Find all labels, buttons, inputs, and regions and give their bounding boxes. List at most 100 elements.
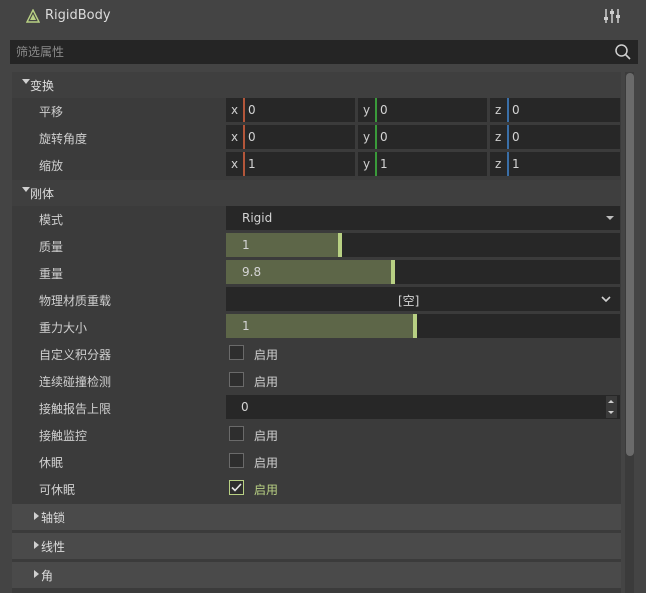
position-y-value: 0 bbox=[380, 103, 388, 117]
continuous-cd-enable-label: 启用 bbox=[254, 375, 279, 389]
mode-dropdown[interactable]: Rigid bbox=[226, 206, 620, 230]
filter-properties-input[interactable] bbox=[10, 40, 606, 64]
scale-label: 缩放 bbox=[39, 159, 64, 173]
custom-integrator-label: 自定义积分器 bbox=[39, 348, 112, 362]
custom-integrator-enable-label: 启用 bbox=[254, 348, 279, 362]
rotation-y-field[interactable]: y 0 bbox=[358, 125, 487, 149]
gravity-scale-label: 重力大小 bbox=[39, 321, 88, 335]
expand-arrow-icon bbox=[22, 187, 30, 192]
increment-arrow-icon[interactable] bbox=[606, 396, 617, 407]
scrollbar-thumb[interactable] bbox=[626, 73, 634, 456]
section-label: 角 bbox=[41, 569, 54, 583]
sleeping-enable-label: 启用 bbox=[254, 456, 279, 470]
axis-x-label: x bbox=[231, 103, 239, 117]
axis-x-bar bbox=[243, 152, 245, 176]
chevron-down-icon bbox=[601, 296, 611, 303]
physics-material-value: [空] bbox=[398, 294, 420, 308]
sleeping-checkbox[interactable] bbox=[229, 453, 244, 468]
position-x-field[interactable]: x 0 bbox=[226, 98, 355, 122]
rotation-y-value: 0 bbox=[380, 130, 388, 144]
collapse-arrow-icon bbox=[34, 512, 39, 520]
weight-value: 9.8 bbox=[242, 265, 262, 279]
section-angular[interactable]: 角 bbox=[12, 562, 621, 588]
scale-z-value: 1 bbox=[512, 157, 520, 171]
collapse-arrow-icon bbox=[34, 570, 39, 578]
rigidbody-icon bbox=[26, 9, 40, 23]
filter-bar bbox=[10, 40, 638, 64]
slider-handle[interactable] bbox=[338, 233, 342, 257]
axis-y-label: y bbox=[363, 103, 371, 117]
can-sleep-checkbox[interactable] bbox=[229, 480, 244, 495]
axis-y-label: y bbox=[363, 157, 371, 171]
section-axis-lock[interactable]: 轴锁 bbox=[12, 504, 621, 530]
mass-value: 1 bbox=[242, 238, 250, 252]
can-sleep-label: 可休眠 bbox=[39, 483, 76, 497]
section-linear[interactable]: 线性 bbox=[12, 533, 621, 559]
slider-fill bbox=[226, 314, 415, 338]
axis-z-bar bbox=[507, 152, 509, 176]
rotation-x-field[interactable]: x 0 bbox=[226, 125, 355, 149]
axis-x-label: x bbox=[231, 157, 239, 171]
section-label: 刚体 bbox=[30, 187, 55, 201]
physics-material-label: 物理材质重载 bbox=[39, 294, 112, 308]
axis-z-bar bbox=[507, 125, 509, 149]
title-bar: RigidBody bbox=[0, 0, 646, 34]
position-y-field[interactable]: y 0 bbox=[358, 98, 487, 122]
spin-buttons bbox=[606, 396, 617, 418]
mass-label: 质量 bbox=[39, 240, 64, 254]
dropdown-caret-icon bbox=[606, 216, 614, 220]
contact-monitor-checkbox[interactable] bbox=[229, 426, 244, 441]
scale-z-field[interactable]: z 1 bbox=[490, 152, 620, 176]
axis-z-label: z bbox=[495, 157, 502, 171]
axis-z-bar bbox=[507, 98, 509, 122]
axis-x-label: x bbox=[231, 130, 239, 144]
custom-integrator-checkbox[interactable] bbox=[229, 345, 244, 360]
scale-x-field[interactable]: x 1 bbox=[226, 152, 355, 176]
continuous-cd-label: 连续碰撞检测 bbox=[39, 375, 112, 389]
scale-x-value: 1 bbox=[248, 157, 256, 171]
position-z-field[interactable]: z 0 bbox=[490, 98, 620, 122]
axis-y-bar bbox=[375, 152, 377, 176]
axis-y-label: y bbox=[363, 130, 371, 144]
section-rigidbody[interactable]: 刚体 bbox=[12, 180, 621, 206]
gravity-scale-slider[interactable]: 1 bbox=[226, 314, 620, 338]
position-label: 平移 bbox=[39, 105, 64, 119]
max-contacts-spinbox bbox=[226, 395, 620, 419]
slider-handle[interactable] bbox=[391, 260, 395, 284]
contact-monitor-label: 接触监控 bbox=[39, 429, 88, 443]
section-label: 轴锁 bbox=[41, 511, 66, 525]
mode-value: Rigid bbox=[242, 211, 273, 225]
settings-sliders-icon[interactable] bbox=[602, 7, 622, 25]
axis-z-label: z bbox=[495, 130, 502, 144]
window-title: RigidBody bbox=[45, 8, 111, 23]
position-x-value: 0 bbox=[248, 103, 256, 117]
decrement-arrow-icon[interactable] bbox=[606, 407, 617, 418]
can-sleep-enable-label: 启用 bbox=[254, 483, 279, 497]
max-contacts-input[interactable] bbox=[226, 395, 611, 419]
axis-y-bar bbox=[375, 98, 377, 122]
checkmark-icon bbox=[231, 483, 242, 492]
axis-z-label: z bbox=[495, 103, 502, 117]
section-label: 线性 bbox=[41, 540, 66, 554]
section-label: 变换 bbox=[30, 79, 55, 93]
weight-slider[interactable]: 9.8 bbox=[226, 260, 620, 284]
mass-slider[interactable]: 1 bbox=[226, 233, 620, 257]
expand-arrow-icon bbox=[22, 79, 30, 84]
axis-x-bar bbox=[243, 98, 245, 122]
sleeping-label: 休眠 bbox=[39, 456, 64, 470]
search-icon[interactable] bbox=[614, 43, 632, 61]
collapse-arrow-icon bbox=[34, 541, 39, 549]
gravity-scale-value: 1 bbox=[242, 319, 250, 333]
scale-y-field[interactable]: y 1 bbox=[358, 152, 487, 176]
rotation-label: 旋转角度 bbox=[39, 132, 88, 146]
section-transform[interactable]: 变换 bbox=[12, 72, 621, 98]
physics-material-picker[interactable]: [空] bbox=[226, 287, 620, 311]
slider-handle[interactable] bbox=[413, 314, 417, 338]
rotation-z-value: 0 bbox=[512, 130, 520, 144]
mode-label: 模式 bbox=[39, 213, 64, 227]
rotation-z-field[interactable]: z 0 bbox=[490, 125, 620, 149]
position-z-value: 0 bbox=[512, 103, 520, 117]
continuous-cd-checkbox[interactable] bbox=[229, 372, 244, 387]
axis-x-bar bbox=[243, 125, 245, 149]
weight-label: 重量 bbox=[39, 267, 64, 281]
